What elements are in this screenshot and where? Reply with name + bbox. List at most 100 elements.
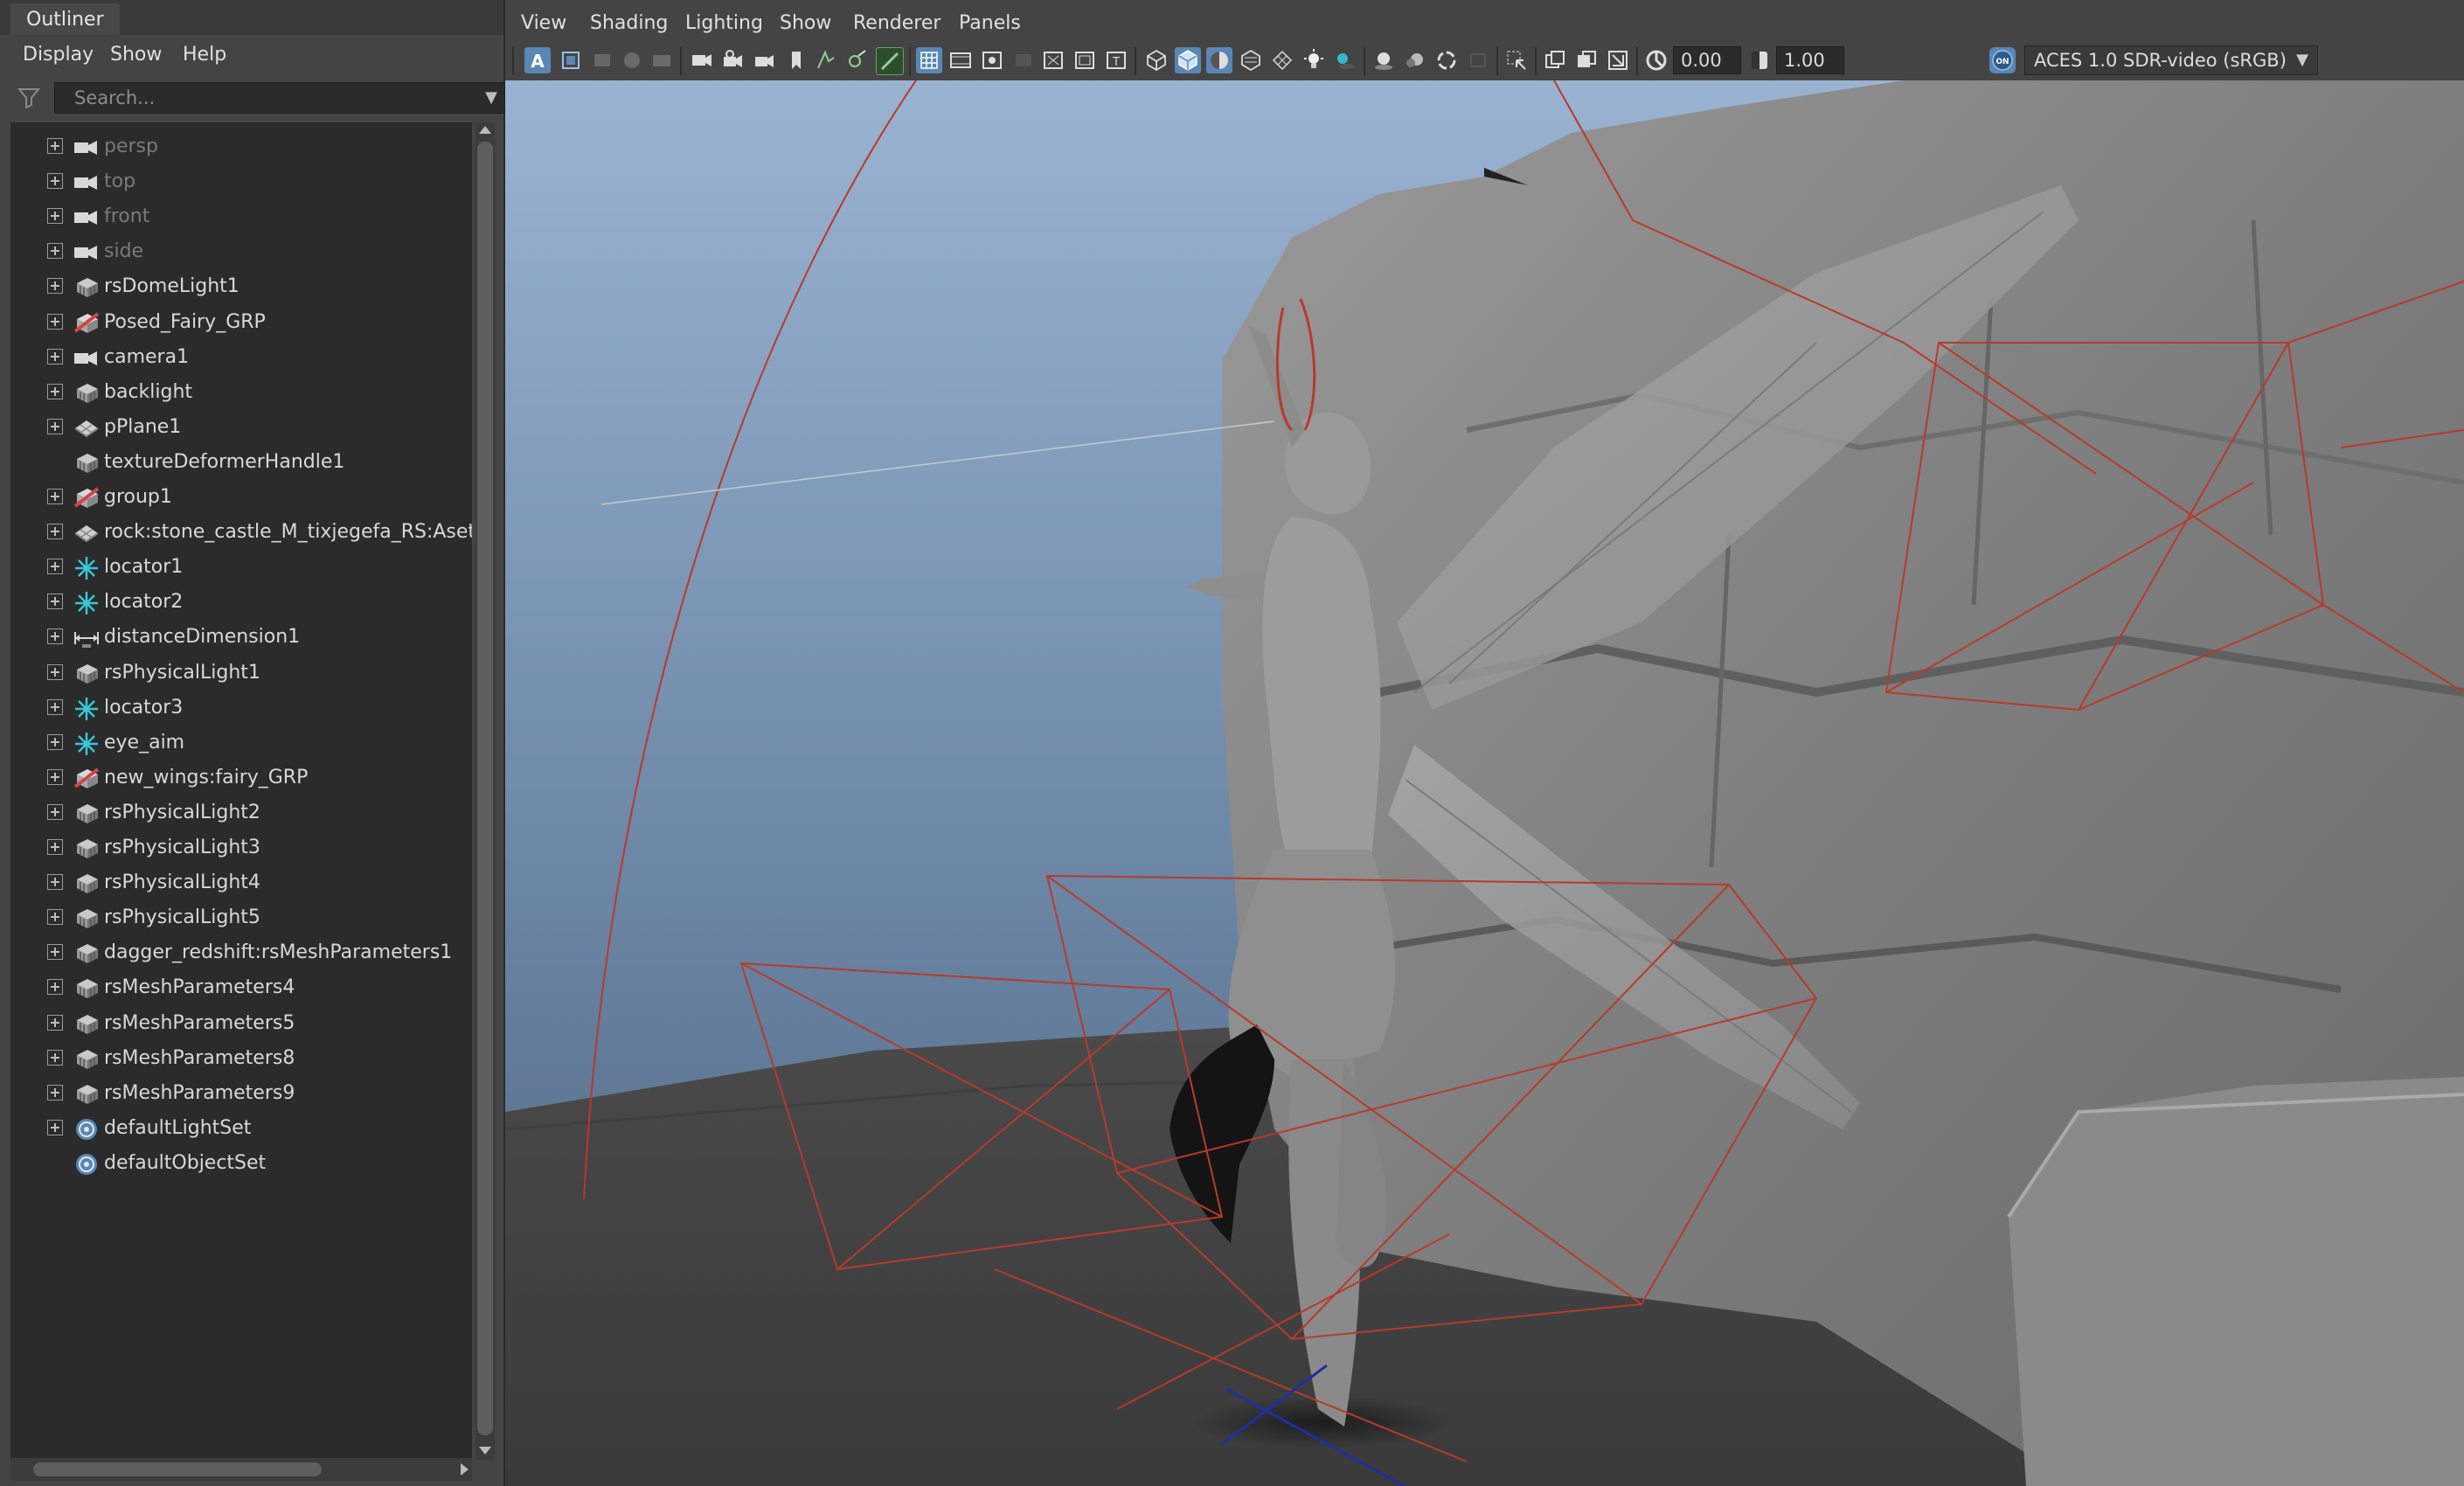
color-space-select[interactable]: ACES 1.0 SDR-video (sRGB) ▼	[2024, 45, 2318, 75]
outliner-item[interactable]: rsMeshParameters5	[10, 1008, 472, 1043]
safe-action-icon[interactable]	[1072, 47, 1098, 73]
outliner-item[interactable]: rsMeshParameters4	[10, 972, 472, 1007]
outliner-item[interactable]: rsPhysicalLight2	[10, 797, 472, 832]
expand-icon[interactable]	[47, 979, 63, 996]
menu-help[interactable]: Help	[183, 44, 226, 66]
xray-icon[interactable]	[844, 47, 871, 73]
outliner-item[interactable]: Posed_Fairy_GRP	[10, 307, 472, 342]
expand-icon[interactable]	[47, 418, 63, 434]
menu-display[interactable]: Display	[23, 44, 94, 66]
xray-joints-icon[interactable]	[1542, 47, 1568, 73]
expand-icon[interactable]	[47, 803, 63, 820]
expand-icon[interactable]	[47, 278, 63, 295]
expand-icon[interactable]	[47, 733, 63, 750]
expand-icon[interactable]	[47, 524, 63, 540]
search-input[interactable]: Search... ▼	[54, 82, 505, 114]
field-chart-icon[interactable]	[1040, 47, 1066, 73]
outliner-item[interactable]: rsPhysicalLight5	[10, 902, 472, 937]
outliner-item[interactable]: distanceDimension1	[10, 621, 472, 656]
scroll-up-arrow-icon[interactable]	[479, 126, 491, 134]
expand-icon[interactable]	[47, 173, 63, 190]
outliner-item[interactable]: pPlane1	[10, 412, 472, 447]
expand-icon[interactable]	[47, 489, 63, 504]
motion-blur-icon[interactable]	[1402, 47, 1428, 73]
expand-icon[interactable]	[47, 594, 63, 610]
expand-icon[interactable]	[47, 1049, 63, 1066]
gamma-icon[interactable]	[1746, 47, 1773, 73]
viewport-canvas[interactable]	[505, 80, 2464, 1486]
expand-icon[interactable]	[47, 1119, 63, 1135]
outliner-item[interactable]: backlight	[10, 377, 472, 412]
outliner-item[interactable]: persp	[10, 131, 472, 166]
outliner-item[interactable]: locator3	[10, 692, 472, 727]
outliner-item[interactable]: side	[10, 236, 472, 271]
outliner-item[interactable]: front	[10, 201, 472, 236]
grease-pencil-icon[interactable]	[649, 47, 675, 73]
expand-icon[interactable]	[47, 208, 63, 225]
checker-icon[interactable]	[1269, 47, 1295, 73]
bookmark-icon[interactable]	[589, 47, 615, 73]
outliner-item[interactable]: top	[10, 166, 472, 201]
horizontal-scrollbar[interactable]	[10, 1458, 472, 1481]
menu-lighting[interactable]: Lighting	[685, 12, 763, 34]
bookmark-flag-icon[interactable]	[783, 47, 809, 73]
outliner-item[interactable]: defaultLightSet	[10, 1113, 472, 1148]
expand-icon[interactable]	[47, 138, 63, 154]
resolution-gate-icon[interactable]	[979, 47, 1005, 73]
camera-attributes-icon[interactable]	[558, 47, 584, 73]
scrollbar-thumb[interactable]	[477, 142, 493, 1435]
grid-icon[interactable]	[916, 47, 942, 73]
smooth-shade-icon[interactable]	[1175, 47, 1201, 73]
outliner-item[interactable]: rsMeshParameters8	[10, 1043, 472, 1078]
menu-view[interactable]: View	[521, 12, 566, 34]
scrollbar-thumb[interactable]	[33, 1462, 322, 1476]
expand-icon[interactable]	[47, 628, 63, 645]
scroll-right-arrow-icon[interactable]	[461, 1463, 469, 1476]
xray-active-icon[interactable]	[1573, 47, 1600, 73]
backface-culling-icon[interactable]	[1605, 47, 1631, 73]
outliner-item[interactable]: new_wings:fairy_GRP	[10, 762, 472, 797]
vertical-scrollbar[interactable]	[475, 122, 495, 1460]
expand-icon[interactable]	[47, 909, 63, 926]
outliner-item[interactable]: rsPhysicalLight1	[10, 657, 472, 692]
outliner-item[interactable]: eye_aim	[10, 727, 472, 762]
wireframe-on-shaded-icon[interactable]	[876, 47, 904, 75]
expand-icon[interactable]	[47, 1014, 63, 1031]
expand-icon[interactable]	[47, 559, 63, 575]
shadows-icon[interactable]	[1332, 47, 1358, 73]
expand-icon[interactable]	[47, 663, 63, 680]
expand-icon[interactable]	[47, 768, 63, 785]
screen-space-ao-icon[interactable]	[1371, 47, 1397, 73]
menu-panels[interactable]: Panels	[959, 12, 1021, 34]
isolate-select-icon[interactable]	[813, 47, 839, 73]
camera-settings-icon[interactable]	[752, 47, 778, 73]
outliner-item[interactable]: dagger_redshift:rsMeshParameters1	[10, 937, 472, 972]
gamma-field[interactable]: 1.00	[1776, 46, 1844, 74]
expand-icon[interactable]	[47, 348, 63, 365]
chevron-down-icon[interactable]: ▼	[2296, 46, 2308, 74]
outliner-item[interactable]: group1	[10, 482, 472, 517]
film-gate-icon[interactable]	[947, 47, 974, 73]
exposure-field[interactable]: 0.00	[1673, 46, 1741, 74]
expand-icon[interactable]	[47, 698, 63, 715]
expand-icon[interactable]	[47, 839, 63, 855]
expand-icon[interactable]	[47, 1084, 63, 1101]
exposure-icon[interactable]	[1643, 47, 1669, 73]
outliner-item[interactable]: locator2	[10, 587, 472, 621]
anti-aliasing-icon[interactable]	[1433, 47, 1460, 73]
chevron-down-icon[interactable]: ▼	[485, 83, 497, 113]
lock-camera-icon[interactable]	[720, 47, 746, 73]
image-plane-icon[interactable]	[619, 47, 645, 73]
default-material-icon[interactable]	[1206, 47, 1232, 73]
expand-icon[interactable]	[47, 313, 63, 330]
scroll-down-arrow-icon[interactable]	[479, 1447, 491, 1455]
outliner-item[interactable]: textureDeformerHandle1	[10, 447, 472, 482]
select-camera-icon[interactable]: A	[524, 47, 551, 73]
outliner-item[interactable]: camera1	[10, 342, 472, 377]
outliner-item[interactable]: rsPhysicalLight3	[10, 832, 472, 867]
outliner-item[interactable]: defaultObjectSet	[10, 1148, 472, 1183]
expand-icon[interactable]	[47, 874, 63, 891]
color-management-toggle[interactable]: ON	[1989, 47, 2016, 73]
menu-renderer[interactable]: Renderer	[853, 12, 940, 34]
expand-icon[interactable]	[47, 944, 63, 961]
